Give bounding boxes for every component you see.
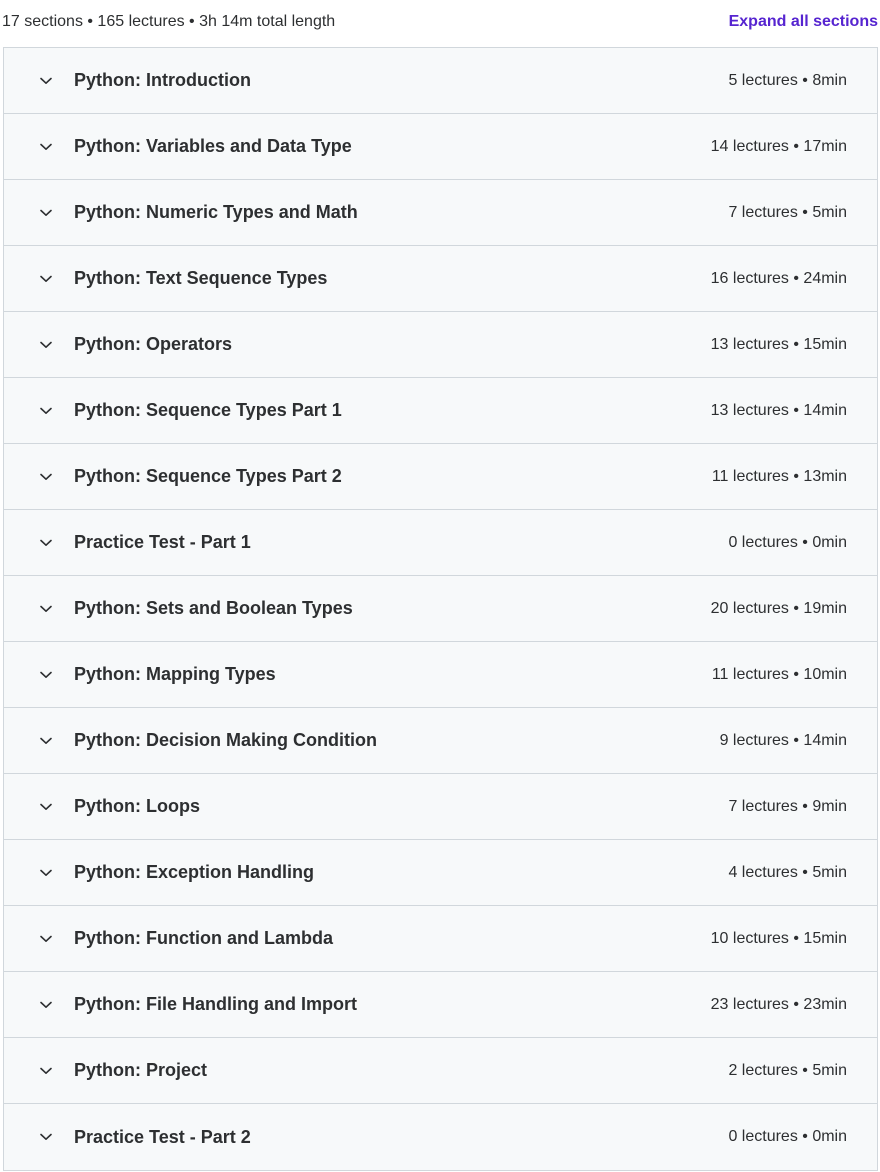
curriculum-summary-bar: 17 sections • 165 lectures • 3h 14m tota… xyxy=(0,0,880,47)
section-row[interactable]: Python: Sequence Types Part 1 13 lectures… xyxy=(4,378,877,444)
section-title: Python: Text Sequence Types xyxy=(74,268,328,288)
chevron-down-icon xyxy=(38,403,54,419)
section-title: Python: Exception Handling xyxy=(74,862,315,882)
section-meta: 16 lectures • 24min xyxy=(710,269,847,287)
section-meta: 9 lectures • 14min xyxy=(719,731,847,749)
curriculum-summary: 17 sections • 165 lectures • 3h 14m tota… xyxy=(2,12,336,30)
section-title: Python: Sets and Boolean Types xyxy=(74,598,353,618)
section-title: Python: File Handling and Import xyxy=(74,994,357,1014)
chevron-down-icon xyxy=(38,865,54,881)
expand-all-sections-button[interactable]: Expand all sections xyxy=(729,13,878,31)
section-meta: 0 lectures • 0min xyxy=(728,533,847,551)
chevron-down-icon xyxy=(38,601,54,617)
section-title: Python: Variables and Data Type xyxy=(74,136,352,156)
chevron-down-icon xyxy=(38,997,54,1013)
chevron-down-icon xyxy=(38,205,54,221)
section-row[interactable]: Python: Variables and Data Type 14 lectur… xyxy=(4,114,877,180)
section-row[interactable]: Practice Test - Part 2 0 lectures • 0min xyxy=(4,1104,877,1170)
chevron-down-icon xyxy=(38,931,54,947)
chevron-down-icon xyxy=(38,733,54,749)
section-title: Python: Project xyxy=(74,1060,208,1080)
section-row[interactable]: Python: Sequence Types Part 2 11 lectures… xyxy=(4,444,877,510)
chevron-down-icon xyxy=(38,271,54,287)
section-title: Practice Test - Part 1 xyxy=(74,532,251,552)
chevron-down-icon xyxy=(38,469,54,485)
section-row[interactable]: Python: File Handling and Import 23 lectu… xyxy=(4,972,877,1038)
section-meta: 23 lectures • 23min xyxy=(710,995,847,1013)
section-meta: 2 lectures • 5min xyxy=(728,1061,847,1079)
chevron-down-icon xyxy=(38,337,54,353)
section-meta: 7 lectures • 5min xyxy=(728,203,847,221)
section-row[interactable]: Python: Decision Making Condition 9 lectu… xyxy=(4,708,877,774)
section-title: Python: Decision Making Condition xyxy=(74,730,377,750)
section-title: Python: Loops xyxy=(74,796,200,816)
section-title: Python: Numeric Types and Math xyxy=(74,202,358,222)
section-title: Practice Test - Part 2 xyxy=(74,1126,251,1147)
section-title: Python: Introduction xyxy=(74,70,251,90)
section-meta: 4 lectures • 5min xyxy=(728,863,847,881)
section-row[interactable]: Python: Function and Lambda 10 lectures •… xyxy=(4,906,877,972)
section-title: Python: Mapping Types xyxy=(74,664,276,684)
chevron-down-icon xyxy=(38,139,54,155)
section-meta: 0 lectures • 0min xyxy=(728,1128,847,1145)
chevron-down-icon xyxy=(38,799,54,815)
chevron-down-icon xyxy=(38,1063,54,1079)
section-title: Python: Function and Lambda xyxy=(74,928,333,948)
section-meta: 14 lectures • 17min xyxy=(710,137,847,155)
section-row[interactable]: Python: Sets and Boolean Types 20 lecture… xyxy=(4,576,877,642)
section-meta: 13 lectures • 15min xyxy=(710,335,847,353)
section-row[interactable]: Python: Operators 13 lectures • 15min xyxy=(4,312,877,378)
chevron-down-icon xyxy=(38,535,54,551)
section-title: Python: Sequence Types Part 1 xyxy=(74,400,342,420)
section-row[interactable]: Python: Introduction 5 lectures • 8min xyxy=(4,48,877,114)
section-meta: 13 lectures • 14min xyxy=(710,401,847,419)
section-row[interactable]: Python: Project 2 lectures • 5min xyxy=(4,1038,877,1104)
section-row[interactable]: Python: Loops 7 lectures • 9min xyxy=(4,774,877,840)
section-row[interactable]: Python: Mapping Types 11 lectures • 10min xyxy=(4,642,877,708)
chevron-down-icon xyxy=(38,73,54,89)
section-meta: 7 lectures • 9min xyxy=(728,797,847,815)
section-meta: 11 lectures • 13min xyxy=(711,467,847,485)
chevron-down-icon xyxy=(38,667,54,683)
section-row[interactable]: Python: Numeric Types and Math 7 lectures… xyxy=(4,180,877,246)
section-row[interactable]: Practice Test - Part 1 0 lectures • 0min xyxy=(4,510,877,576)
section-row[interactable]: Python: Exception Handling 4 lectures • 5… xyxy=(4,840,877,906)
section-meta: 5 lectures • 8min xyxy=(728,71,847,89)
section-meta: 20 lectures • 19min xyxy=(710,599,847,617)
chevron-down-icon xyxy=(38,1129,54,1145)
section-row[interactable]: Python: Text Sequence Types 16 lectures •… xyxy=(4,246,877,312)
curriculum-sections-list: Python: Introduction 5 lectures • 8min Pyt… xyxy=(3,47,878,1171)
section-title: Python: Sequence Types Part 2 xyxy=(74,466,342,486)
section-meta: 10 lectures • 15min xyxy=(710,929,847,947)
section-meta: 11 lectures • 10min xyxy=(711,665,847,683)
section-title: Python: Operators xyxy=(74,334,233,354)
